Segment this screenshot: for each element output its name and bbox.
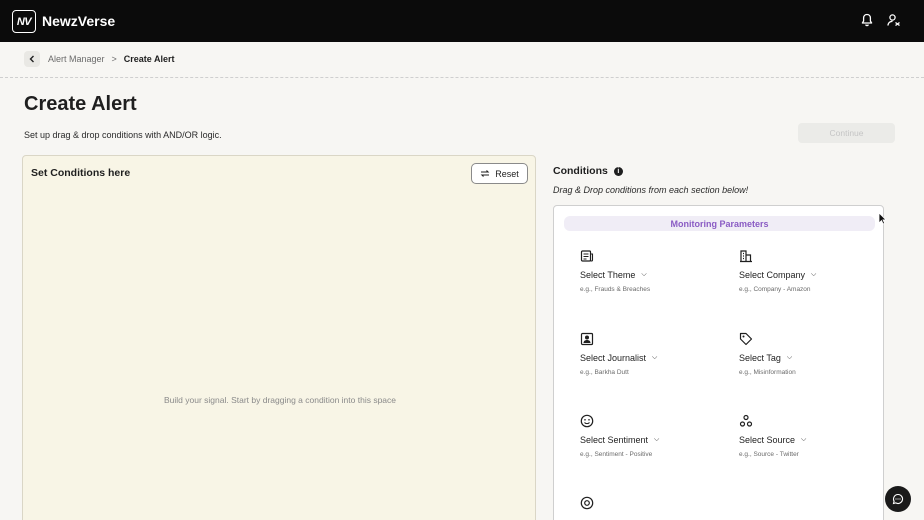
conditions-title: Conditions i xyxy=(553,165,623,177)
condition-sentiment-label: Select Sentiment xyxy=(580,435,649,445)
page-subtitle: Set up drag & drop conditions with AND/O… xyxy=(24,130,222,140)
condition-company[interactable]: Select Company ⌵ e.g., Company - Amazon xyxy=(739,249,889,293)
conditions-title-text: Conditions xyxy=(553,165,608,177)
chevron-down-icon: ⌵ xyxy=(641,271,647,278)
condition-theme[interactable]: Select Theme ⌵ e.g., Frauds & Breaches xyxy=(580,249,730,293)
continue-button[interactable]: Continue xyxy=(798,123,895,143)
back-button[interactable] xyxy=(24,51,40,67)
condition-sentiment-example: e.g., Sentiment - Positive xyxy=(580,451,653,458)
top-bar: NV NewzVerse xyxy=(0,0,924,42)
info-icon[interactable]: i xyxy=(613,166,623,176)
breadcrumb-alert-manager[interactable]: Alert Manager xyxy=(48,54,105,64)
drop-zone-title: Set Conditions here xyxy=(31,167,131,179)
app-title[interactable]: NewzVerse xyxy=(42,13,115,29)
chevron-down-icon: ⌵ xyxy=(811,271,817,278)
chevron-down-icon: ⌵ xyxy=(654,436,660,443)
condition-tag-label: Select Tag xyxy=(739,353,781,363)
chevron-left-icon xyxy=(29,55,34,63)
condition-company-example: e.g., Company - Amazon xyxy=(739,286,811,293)
breadcrumb: Alert Manager > Create Alert xyxy=(24,50,174,68)
drop-zone-hint: Build your signal. Start by dragging a c… xyxy=(164,395,396,405)
chevron-down-icon: ⌵ xyxy=(652,354,658,361)
mention-icon xyxy=(580,496,594,510)
header-divider xyxy=(0,77,924,78)
bell-icon[interactable] xyxy=(859,12,875,28)
condition-journalist[interactable]: Select Journalist ⌵ e.g., Barkha Dutt xyxy=(580,332,730,376)
monitoring-parameters-header[interactable]: Monitoring Parameters xyxy=(564,216,875,231)
page-title: Create Alert xyxy=(24,93,137,115)
conditions-panel: Monitoring Parameters Select Theme ⌵ e.g.… xyxy=(553,205,884,520)
conditions-drop-zone[interactable]: Set Conditions here Reset Build your sig… xyxy=(22,155,536,520)
theme-icon xyxy=(580,250,594,262)
chevron-down-icon: ⌵ xyxy=(786,354,793,361)
condition-source-label: Select Source xyxy=(739,435,796,445)
sentiment-icon xyxy=(580,414,594,428)
condition-theme-example: e.g., Frauds & Breaches xyxy=(580,286,651,293)
condition-mention[interactable] xyxy=(580,496,730,510)
condition-journalist-label: Select Journalist xyxy=(580,353,647,363)
condition-theme-label: Select Theme xyxy=(580,270,636,280)
mouse-cursor-icon xyxy=(878,212,887,225)
source-icon xyxy=(739,414,753,427)
reset-label: Reset xyxy=(495,168,519,179)
chat-icon xyxy=(892,493,904,505)
chevron-down-icon: ⌵ xyxy=(801,436,807,443)
condition-source-example: e.g., Source - Twitter xyxy=(739,451,799,458)
tag-icon xyxy=(739,332,753,346)
user-switch-icon[interactable] xyxy=(886,12,902,28)
conditions-subtitle: Drag & Drop conditions from each section… xyxy=(553,185,749,195)
condition-source[interactable]: Select Source ⌵ e.g., Source - Twitter xyxy=(739,414,889,458)
condition-company-label: Select Company xyxy=(739,270,806,280)
app-logo[interactable]: NV xyxy=(12,10,36,33)
breadcrumb-current: Create Alert xyxy=(123,54,175,64)
breadcrumb-separator: > xyxy=(111,54,117,64)
condition-tag-example: e.g., Misinformation xyxy=(739,369,796,376)
reset-icon xyxy=(480,170,490,177)
chat-button[interactable] xyxy=(885,486,911,512)
company-icon xyxy=(740,250,752,263)
condition-journalist-example: e.g., Barkha Dutt xyxy=(580,369,629,376)
condition-tag[interactable]: Select Tag ⌵ e.g., Misinformation xyxy=(739,332,889,376)
journalist-icon xyxy=(580,332,594,346)
condition-sentiment[interactable]: Select Sentiment ⌵ e.g., Sentiment - Posi… xyxy=(580,414,730,458)
reset-button[interactable]: Reset xyxy=(471,163,528,184)
